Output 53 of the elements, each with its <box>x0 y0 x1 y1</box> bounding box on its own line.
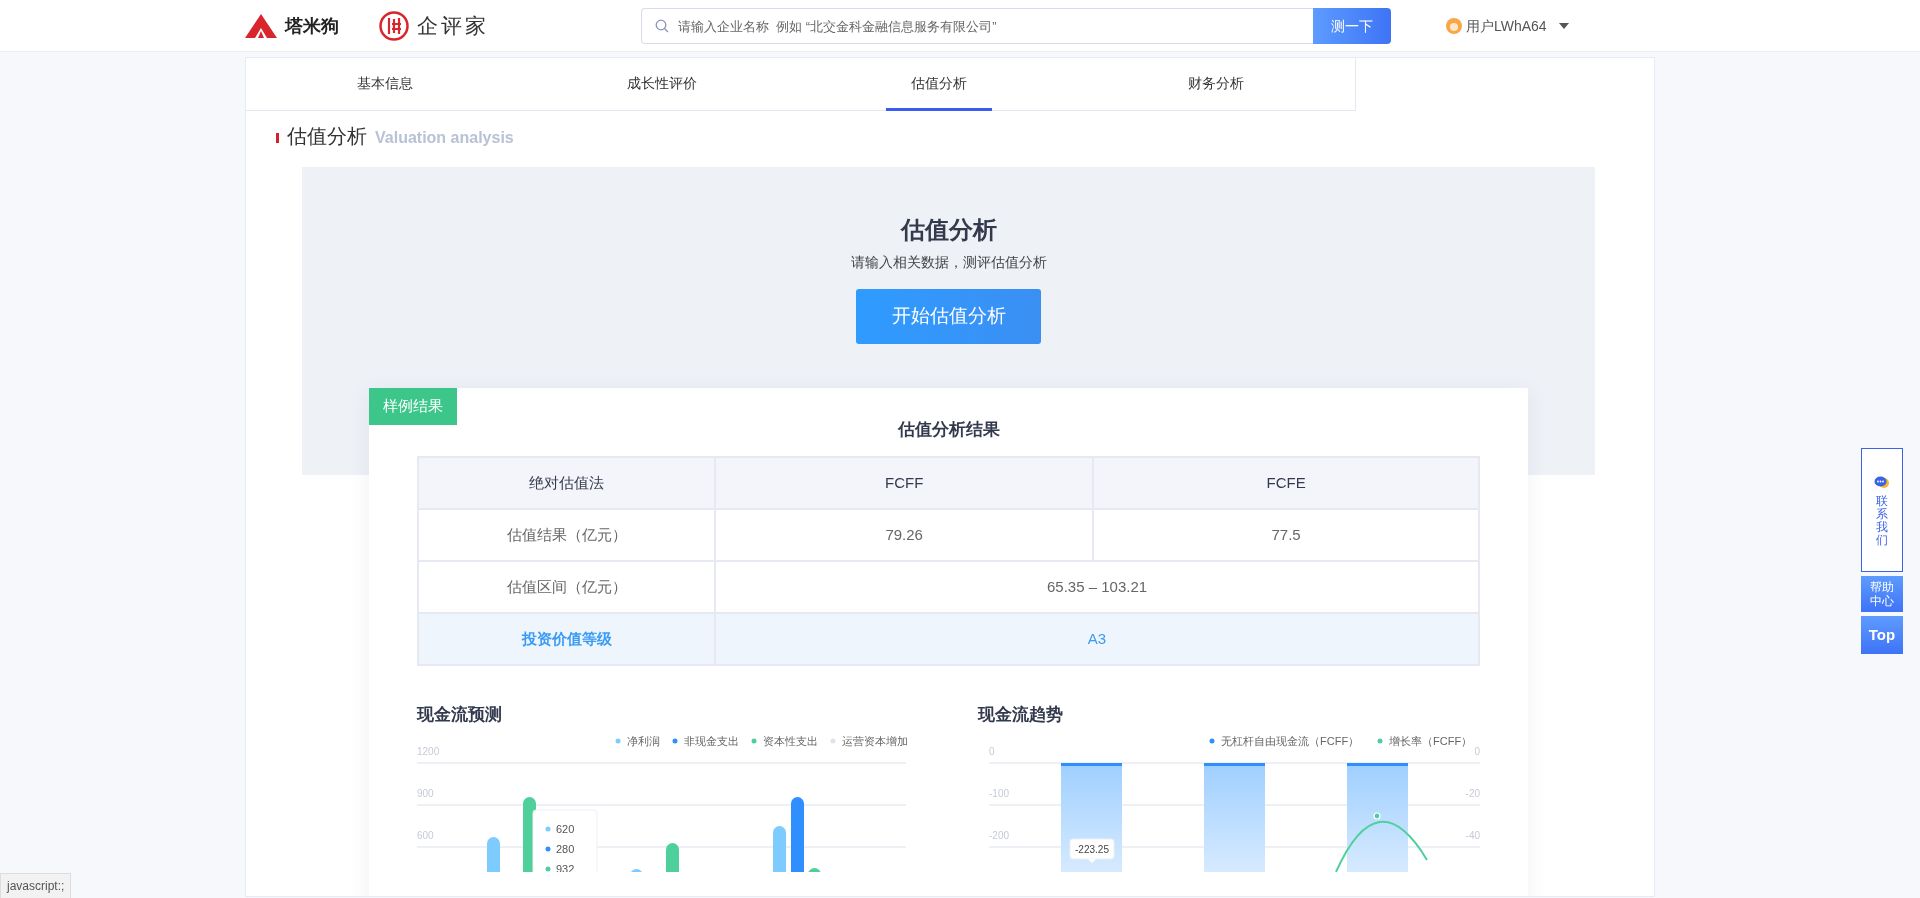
tab[interactable]: 估值分析 <box>886 58 993 111</box>
tooltip-value: 280 <box>556 842 575 855</box>
logo-text: 企评家 <box>417 13 489 40</box>
chart-title: 现金流预测 <box>417 704 503 726</box>
chart-bar <box>808 867 821 872</box>
hero-subtitle: 请输入相关数据，测评估值分析 <box>849 253 1048 272</box>
logo-text: 塔米狗 <box>285 14 339 38</box>
legend-label: 增长率（FCFF） <box>1389 734 1473 747</box>
hero-title: 估值分析 <box>899 215 998 245</box>
contact-button[interactable]: 联系我们 <box>1861 448 1903 572</box>
table-header: 绝对估值法 <box>418 457 716 509</box>
section-title: 估值分析 <box>287 124 367 149</box>
legend-label: 运营资本增加 <box>842 734 908 747</box>
tab[interactable]: 成长性评价 <box>601 58 722 111</box>
axis-label: 900 <box>417 787 434 799</box>
tooltip-value: -223.25 <box>1075 843 1109 855</box>
status-tooltip: javascript:; <box>0 873 72 898</box>
table-header: FCFE <box>1093 457 1479 509</box>
result-title: 估值分析结果 <box>896 418 1001 441</box>
search-field[interactable]: 请输入企业名称 例如 “北交金科金融信息服务有限公司” <box>641 8 1313 44</box>
logo-icon <box>379 11 409 41</box>
user-name[interactable]: 用户LWhA64 <box>1466 15 1547 37</box>
legend-label: 资本性支出 <box>763 734 818 747</box>
sample-tag: 样例结果 <box>369 388 457 425</box>
caret-icon[interactable] <box>1558 23 1569 29</box>
chart-bar <box>487 836 500 872</box>
avatar-icon <box>1446 18 1462 34</box>
chart-bar <box>630 868 643 872</box>
chart-bar <box>666 842 679 872</box>
table-cell: 投资价值等级 <box>418 613 716 665</box>
section-subtitle: Valuation analysis <box>375 128 514 148</box>
axis-label: 1200 <box>417 745 440 757</box>
data-point <box>1373 811 1381 820</box>
table-cell: 77.5 <box>1093 509 1479 561</box>
heading-marker <box>276 133 279 143</box>
table-cell: 79.26 <box>715 509 1094 561</box>
legend-label: 净利润 <box>627 734 660 747</box>
legend-label: 无杠杆自由现金流（FCFF） <box>1221 734 1360 747</box>
chart-bar <box>773 825 786 872</box>
help-center-button[interactable]: 帮助中心 <box>1861 576 1903 612</box>
chat-icon <box>1874 476 1890 489</box>
tab[interactable]: 财务分析 <box>1163 58 1270 111</box>
legend-label: 非现金支出 <box>684 734 739 747</box>
tab[interactable]: 基本信息 <box>331 58 438 111</box>
table-cell: A3 <box>715 613 1479 665</box>
table-header: FCFF <box>715 457 1094 509</box>
tooltip-value: 620 <box>556 822 575 835</box>
chart-tooltip <box>1069 838 1115 863</box>
axis-label: -40 <box>1465 829 1480 841</box>
table-cell: 估值结果（亿元） <box>418 509 716 561</box>
chart-title: 现金流趋势 <box>978 704 1064 726</box>
logo-icon <box>245 14 277 38</box>
axis-label: -200 <box>989 829 1009 841</box>
